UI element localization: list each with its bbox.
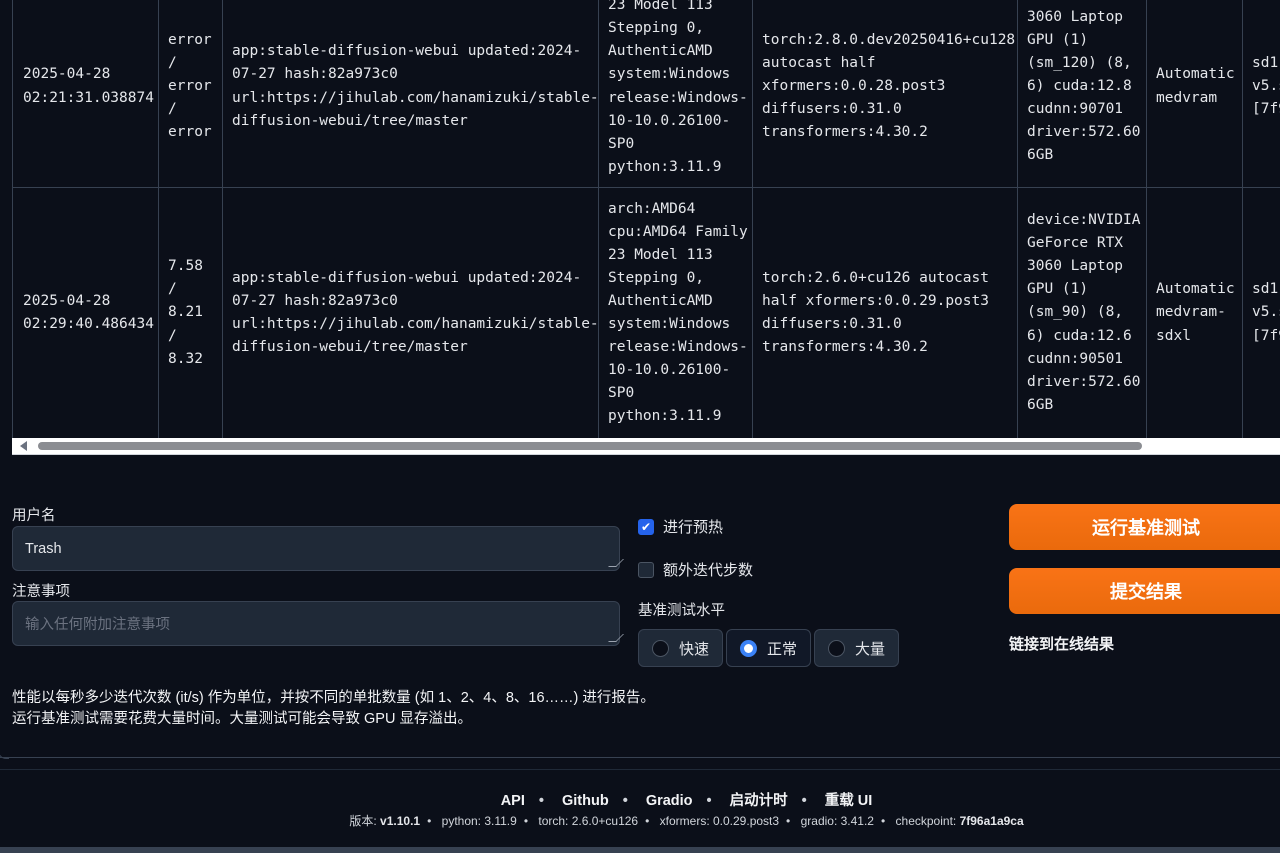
cell-model: sd1. v5.s [7f9 [1252, 281, 1280, 344]
panel-border [0, 460, 9, 759]
extra-steps-checkbox-row[interactable]: 额外迭代步数 [638, 559, 753, 580]
scrollbar-thumb[interactable] [38, 442, 1142, 450]
cell-gpu: device:NVIDIA GeForce RTX 3060 Laptop GP… [1018, 188, 1147, 438]
level-option-label: 大量 [855, 640, 886, 658]
warmup-checkbox-row[interactable]: ✔ 进行预热 [638, 516, 723, 537]
horizontal-scrollbar[interactable] [12, 438, 1280, 455]
warmup-checkbox[interactable]: ✔ [638, 518, 654, 535]
level-option-extensive[interactable]: 大量 [814, 629, 900, 667]
checkpoint-label: checkpoint: [895, 814, 957, 828]
python-version: python: 3.11.9 [441, 814, 517, 828]
info-text-line1: 性能以每秒多少迭代次数 (it/s) 作为单位，并按不同的单批数量 (如 1、2… [12, 690, 655, 706]
level-label: 基准测试水平 [638, 603, 725, 619]
cell-date: 2025-04-28 02:29:40.486434 [13, 188, 159, 438]
footer-link-startup-timing[interactable]: 启动计时 [730, 793, 788, 809]
cell-optimizations: Automatic medvram [1147, 0, 1243, 187]
warmup-label: 进行预热 [663, 519, 724, 536]
username-input[interactable]: Trash [12, 526, 624, 571]
cell-its: 7.58 / 8.21 / 8.32 [159, 188, 223, 438]
cell-system: arch:AMD64 cpu:AMD64 Family 23 Model 113… [599, 188, 753, 438]
cell-libs: torch:2.8.0.dev20250416+cu128 autocast h… [753, 0, 1018, 187]
cell-system: 23 Model 113 Stepping 0, AuthenticAMD sy… [599, 0, 753, 187]
footer-link-api[interactable]: API [501, 793, 525, 809]
results-table: 2025-04-28 02:21:31.038874 error / error… [12, 0, 1280, 438]
cell-date: 2025-04-28 02:21:31.038874 [13, 0, 159, 187]
cell-app: app:stable-diffusion-webui updated:2024-… [223, 188, 599, 438]
checkpoint-value: 7f96a1a9ca [959, 814, 1024, 828]
cell-optimizations: Automatic medvram- sdxl [1147, 188, 1243, 438]
gradio-version: gradio: 3.41.2 [800, 814, 874, 828]
cell-app: app:stable-diffusion-webui updated:2024-… [223, 0, 599, 187]
radio-circle-icon[interactable] [652, 639, 669, 657]
radio-circle-icon[interactable] [828, 639, 846, 657]
cell-its: error / error / error [159, 0, 223, 187]
checkmark-icon: ✔ [640, 519, 652, 534]
username-value: Trash [25, 540, 62, 557]
footer-link-gradio[interactable]: Gradio [646, 793, 693, 809]
benchmark-level-radio-group: 快速 正常 大量 [638, 629, 900, 667]
cell-gpu: 3060 Laptop GPU (1) (sm_120) (8, 6) cuda… [1018, 0, 1147, 187]
run-benchmark-button[interactable]: 运行基准测试 [1009, 504, 1280, 550]
level-option-normal[interactable]: 正常 [726, 629, 812, 667]
footer-link-reload-ui[interactable]: 重载 UI [825, 793, 873, 809]
panel-divider [0, 757, 1280, 758]
table-row: 2025-04-28 02:21:31.038874 error / error… [13, 0, 1280, 188]
torch-version: torch: 2.6.0+cu126 [538, 814, 639, 828]
extra-steps-checkbox[interactable] [638, 561, 654, 578]
notes-label: 注意事项 [12, 584, 70, 600]
version-value: v1.10.1 [380, 814, 421, 828]
level-option-fast[interactable]: 快速 [638, 629, 724, 667]
footer-divider [0, 769, 1280, 770]
notes-placeholder: 输入任何附加注意事项 [25, 617, 170, 633]
resize-handle-icon[interactable] [608, 559, 624, 567]
submit-results-button[interactable]: 提交结果 [1009, 568, 1280, 614]
table-row: 2025-04-28 02:29:40.486434 7.58 / 8.21 /… [13, 188, 1280, 438]
version-label: 版本: [349, 814, 377, 828]
scroll-left-arrow-icon[interactable] [20, 441, 27, 451]
footer-version-info: 版本: v1.10.1 • python: 3.11.9 • torch: 2.6.… [349, 814, 1024, 828]
radio-circle-icon[interactable] [740, 639, 758, 657]
resize-handle-icon[interactable] [608, 634, 624, 642]
extra-steps-label: 额外迭代步数 [663, 562, 754, 579]
cell-model: sd1. v5.s [7f9 [1252, 54, 1280, 118]
info-text-line2: 运行基准测试需要花费大量时间。大量测试可能会导致 GPU 显存溢出。 [12, 711, 472, 727]
notes-input[interactable]: 输入任何附加注意事项 [12, 601, 624, 646]
cell-libs: torch:2.6.0+cu126 autocast half xformers… [753, 188, 1018, 438]
online-results-link[interactable]: 链接到在线结果 [1009, 633, 1114, 654]
level-option-label: 快速 [679, 640, 710, 658]
footer-links: API • Github • Gradio • 启动计时 • 重载 UI [500, 793, 873, 809]
bottom-edge [0, 847, 1280, 853]
xformers-version: xformers: 0.0.29.post3 [659, 814, 780, 828]
footer-link-github[interactable]: Github [562, 793, 609, 809]
username-label: 用户名 [12, 508, 56, 524]
level-option-label: 正常 [767, 640, 798, 658]
